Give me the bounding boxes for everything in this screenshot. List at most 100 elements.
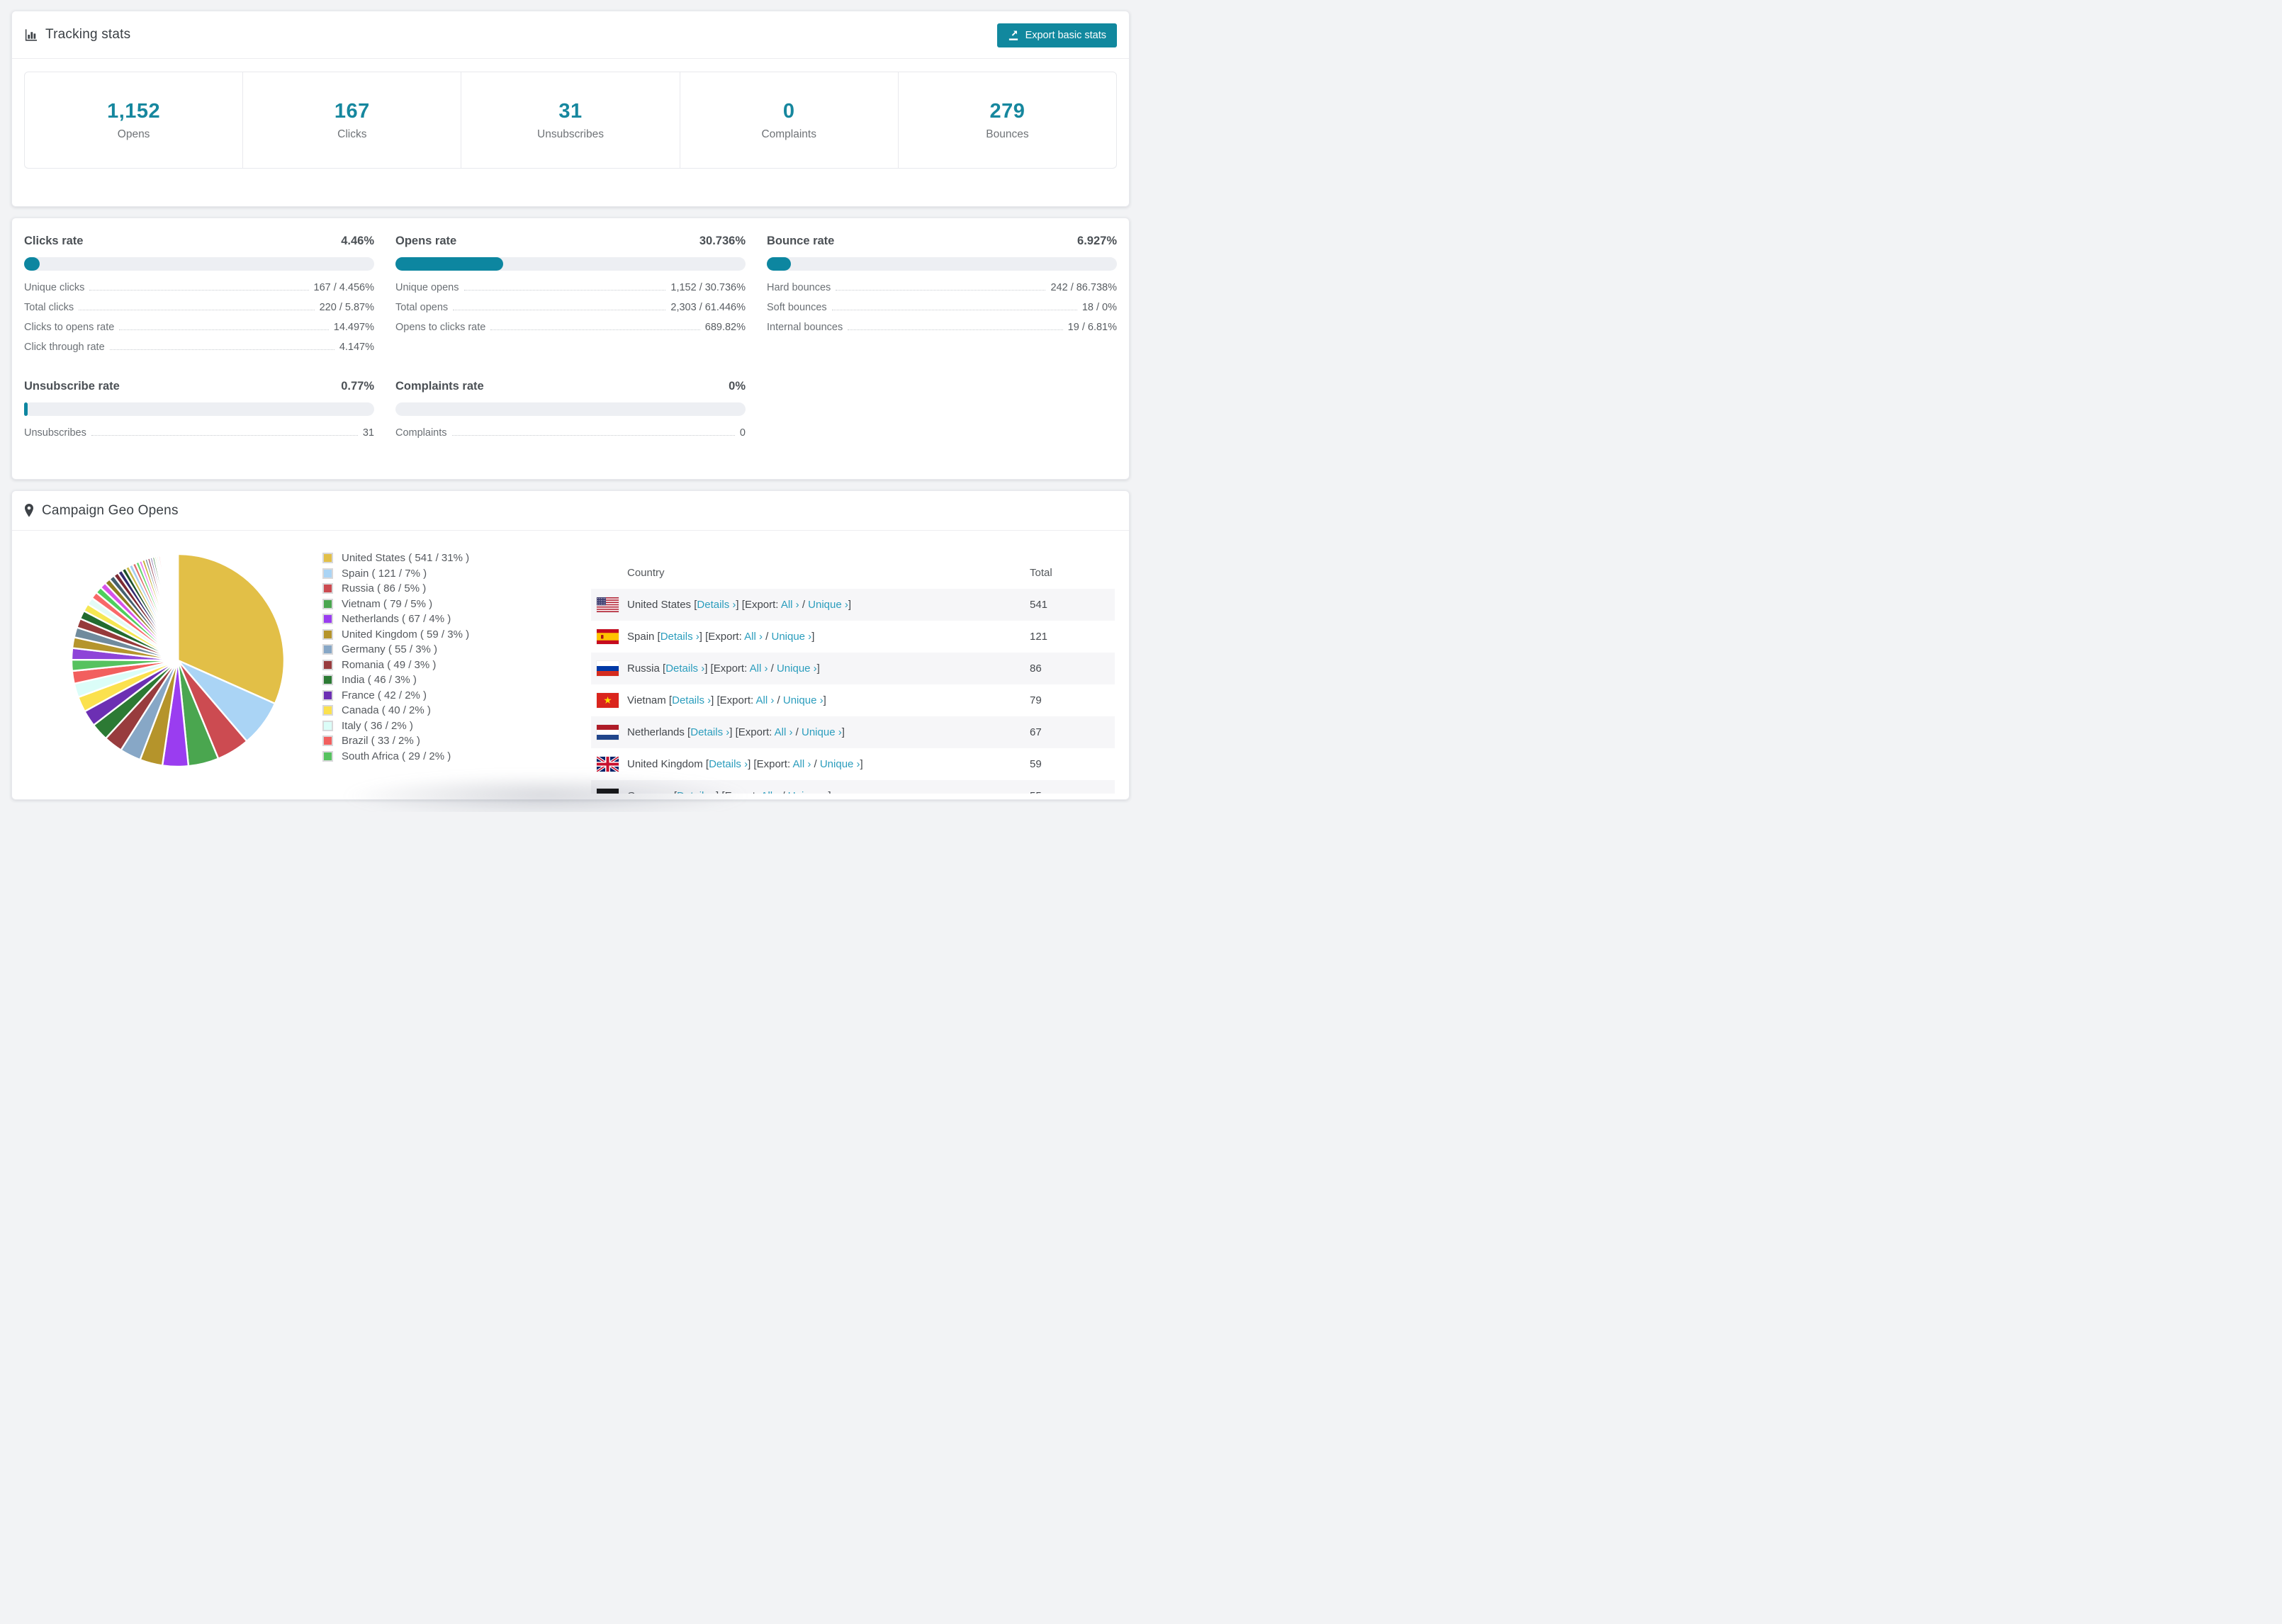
geo-row-united-states: United States [Details ›] [Export: All ›…: [591, 589, 1115, 621]
panel-unsubscribe-rate: Unsubscribe rate 0.77% Unsubscribes 31: [24, 380, 374, 447]
geo-title: Campaign Geo Opens: [42, 502, 179, 518]
export-unique-link[interactable]: Unique ›: [802, 726, 842, 738]
metric-clicks-to-opens-rate: Clicks to opens rate 14.497%: [24, 322, 374, 342]
total-value: 55: [1030, 790, 1109, 794]
column-header-country: Country: [627, 566, 665, 579]
export-all-link[interactable]: All ›: [760, 790, 779, 794]
progress-fill: [395, 257, 503, 271]
export-basic-stats-button[interactable]: Export basic stats: [996, 23, 1117, 47]
unsubscribe-rate-progress-bar: [24, 402, 374, 416]
dotted-leader: [836, 290, 1046, 291]
metric-total-opens: Total opens 2,303 / 61.446%: [395, 302, 746, 322]
country-cell: United Kingdom [Details ›] [Export: All …: [597, 757, 1030, 772]
progress-fill: [24, 257, 40, 271]
export-unique-link[interactable]: Unique ›: [788, 790, 828, 794]
stat-card-clicks: 167 Clicks: [243, 72, 462, 168]
metric-value: 242 / 86.738%: [1050, 282, 1117, 293]
total-value: 67: [1030, 726, 1042, 738]
metric-total-clicks: Total clicks 220 / 5.87%: [24, 302, 374, 322]
legend-item-vietnam[interactable]: Vietnam ( 79 / 5% ): [322, 597, 469, 612]
export-unique-link[interactable]: Unique ›: [771, 631, 811, 643]
country-name: Spain: [627, 631, 655, 643]
legend-label: South Africa ( 29 / 2% ): [342, 750, 451, 762]
legend-swatch: [322, 705, 333, 716]
legend-item-united-kingdom[interactable]: United Kingdom ( 59 / 3% ): [322, 627, 469, 643]
stat-label: Bounces: [986, 128, 1029, 140]
legend-item-south-africa[interactable]: South Africa ( 29 / 2% ): [322, 749, 469, 765]
export-all-link[interactable]: All ›: [775, 726, 793, 738]
legend-item-brazil[interactable]: Brazil ( 33 / 2% ): [322, 733, 469, 749]
details-link[interactable]: Details ›: [661, 631, 699, 643]
legend-label: Italy ( 36 / 2% ): [342, 719, 413, 732]
export-all-link[interactable]: All ›: [744, 631, 763, 643]
geo-row-vietnam: Vietnam [Details ›] [Export: All › / Uni…: [591, 684, 1115, 716]
details-link[interactable]: Details ›: [665, 662, 704, 675]
legend-item-russia[interactable]: Russia ( 86 / 5% ): [322, 581, 469, 597]
legend-swatch: [322, 568, 333, 579]
stat-card-bounces: 279 Bounces: [899, 72, 1116, 168]
legend-swatch: [322, 583, 333, 594]
map-pin-icon: [24, 504, 34, 517]
dotted-leader: [463, 290, 666, 291]
details-link[interactable]: Details ›: [690, 726, 729, 738]
rate-metrics: Unique clicks 167 / 4.456% Total clicks 220…: [24, 282, 374, 361]
details-link[interactable]: Details ›: [672, 694, 711, 706]
metric-unique-opens: Unique opens 1,152 / 30.736%: [395, 282, 746, 302]
rate-head: Bounce rate 6.927%: [767, 235, 1117, 248]
legend-label: Vietnam ( 79 / 5% ): [342, 597, 433, 610]
geo-pie-chart: [70, 553, 286, 768]
flag-de-icon: [597, 789, 619, 794]
export-all-link[interactable]: All ›: [750, 662, 768, 675]
details-link[interactable]: Details ›: [697, 599, 736, 611]
rate-title: Bounce rate: [767, 235, 835, 247]
export-prefix: Export:: [719, 694, 754, 706]
export-all-link[interactable]: All ›: [756, 694, 775, 706]
metric-unsubscribes: Unsubscribes 31: [24, 427, 374, 447]
stat-card-complaints: 0 Complaints: [680, 72, 899, 168]
legend-item-france[interactable]: France ( 42 / 2% ): [322, 688, 469, 704]
progress-fill: [767, 257, 792, 271]
legend-item-canada[interactable]: Canada ( 40 / 2% ): [322, 703, 469, 718]
metric-hard-bounces: Hard bounces 242 / 86.738%: [767, 282, 1117, 302]
export-prefix: Export:: [744, 599, 779, 611]
legend-label: Brazil ( 33 / 2% ): [342, 735, 420, 748]
metric-label: Clicks to opens rate: [24, 322, 115, 333]
export-all-link[interactable]: All ›: [792, 758, 811, 770]
legend-item-india[interactable]: India ( 46 / 3% ): [322, 672, 469, 688]
export-unique-link[interactable]: Unique ›: [820, 758, 860, 770]
legend-swatch: [322, 644, 333, 655]
export-prefix: Export:: [738, 726, 772, 738]
export-button-label: Export basic stats: [1025, 30, 1106, 41]
legend-item-netherlands[interactable]: Netherlands ( 67 / 4% ): [322, 611, 469, 627]
tracking-dashboard-page: Tracking stats Export basic stats 1,152 O…: [0, 0, 1141, 812]
export-all-link[interactable]: All ›: [781, 599, 799, 611]
dotted-leader: [91, 435, 358, 436]
geo-table-header: Country Total: [591, 556, 1115, 589]
legend-item-romania[interactable]: Romania ( 49 / 3% ): [322, 658, 469, 673]
metric-value: 0: [739, 427, 746, 439]
legend-item-italy[interactable]: Italy ( 36 / 2% ): [322, 718, 469, 734]
export-unique-link[interactable]: Unique ›: [777, 662, 817, 675]
legend-item-united-states[interactable]: United States ( 541 / 31% ): [322, 551, 469, 566]
rate-title: Complaints rate: [395, 380, 484, 393]
legend-item-spain[interactable]: Spain ( 121 / 7% ): [322, 566, 469, 582]
legend-item-germany[interactable]: Germany ( 55 / 3% ): [322, 642, 469, 658]
metric-value: 14.497%: [333, 322, 374, 333]
export-unique-link[interactable]: Unique ›: [783, 694, 824, 706]
metric-complaints: Complaints 0: [395, 427, 746, 447]
rate-value: 6.927%: [1077, 235, 1117, 247]
metric-label: Unsubscribes: [24, 427, 86, 439]
export-unique-link[interactable]: Unique ›: [808, 599, 848, 611]
page-title: Tracking stats: [45, 27, 131, 42]
opens-rate-progress-bar: [395, 257, 746, 271]
legend-swatch: [322, 675, 333, 686]
panel-complaints-rate: Complaints rate 0% Complaints 0: [395, 380, 746, 447]
details-link[interactable]: Details ›: [677, 790, 716, 794]
details-link[interactable]: Details ›: [709, 758, 748, 770]
geo-header: Campaign Geo Opens: [12, 491, 1129, 531]
metric-label: Opens to clicks rate: [395, 322, 486, 333]
country-cell: Russia [Details ›] [Export: All › / Uniq…: [597, 661, 1030, 676]
legend-label: Netherlands ( 67 / 4% ): [342, 613, 451, 626]
stat-label: Opens: [117, 128, 150, 140]
dotted-leader: [451, 435, 735, 436]
